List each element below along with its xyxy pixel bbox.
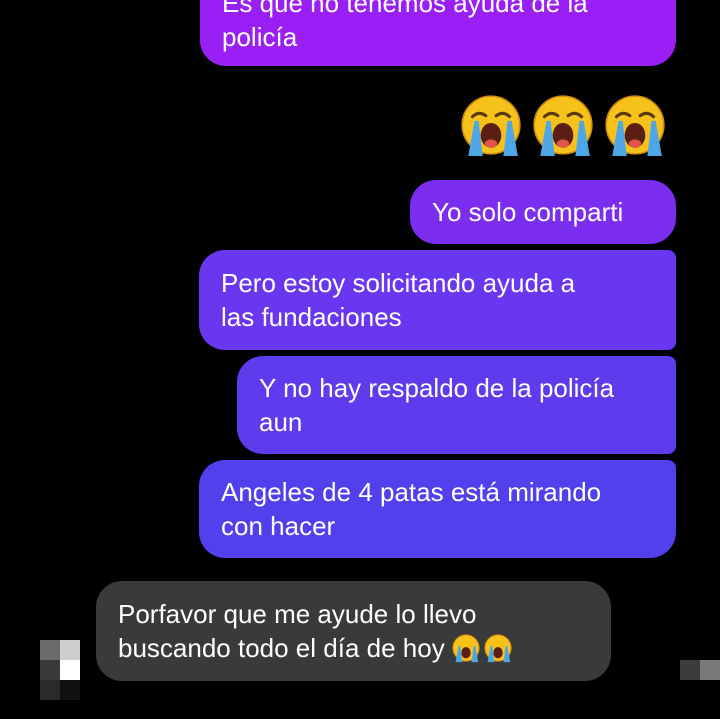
message-bubble-sent[interactable]: Y no hay respaldo de la policía aun: [237, 356, 676, 454]
avatar-pixel: [40, 640, 60, 660]
edge-pixel: [700, 660, 720, 680]
message-bubble-sent[interactable]: Pero estoy solicitando ayuda a las funda…: [199, 250, 676, 350]
message-text-line: Y no hay respaldo de la policía: [259, 373, 615, 403]
message-text-line: Porfavor que me ayude lo llevo: [118, 599, 477, 629]
message-bubble-sent[interactable]: Angeles de 4 patas está mirando con hace…: [199, 460, 676, 558]
avatar-pixel: [60, 640, 80, 660]
loudly-crying-face-icon: [533, 95, 593, 156]
avatar-pixel: [40, 660, 60, 680]
message-text-line: Yo solo comparti: [432, 197, 624, 227]
loudly-crying-face-icon: [452, 634, 480, 663]
avatar-pixel: [40, 680, 60, 700]
emoji-message[interactable]: [458, 92, 668, 158]
message-text-line: aun: [259, 407, 303, 437]
edge-pixel: [680, 660, 700, 680]
message-text-line: las fundaciones: [221, 302, 402, 332]
message-text-line: con hacer: [221, 511, 336, 541]
message-text-line: Pero estoy solicitando ayuda a: [221, 268, 576, 298]
loudly-crying-face-icon: [461, 95, 521, 156]
avatar-pixel: [60, 680, 80, 700]
avatar-pixel: [60, 660, 80, 680]
message-bubble-received[interactable]: Porfavor que me ayude lo llevo buscando …: [96, 581, 611, 681]
avatar[interactable]: [40, 640, 80, 700]
loudly-crying-face-icon: [605, 95, 665, 156]
message-text: buscando todo el día de hoy: [118, 633, 445, 663]
message-text-line: Angeles de 4 patas está mirando: [221, 477, 602, 507]
message-bubble-sent[interactable]: Es que no tenemos ayuda de la policía: [200, 0, 676, 66]
loudly-crying-face-icon: [484, 634, 512, 663]
message-bubble-sent[interactable]: Yo solo comparti: [410, 180, 676, 244]
message-text-line-with-emoji: buscando todo el día de hoy: [118, 631, 589, 665]
pixelated-edge-decoration: [680, 660, 720, 680]
message-text-line: Es que no tenemos ayuda de la: [222, 0, 588, 18]
message-text-line: policía: [222, 22, 298, 52]
